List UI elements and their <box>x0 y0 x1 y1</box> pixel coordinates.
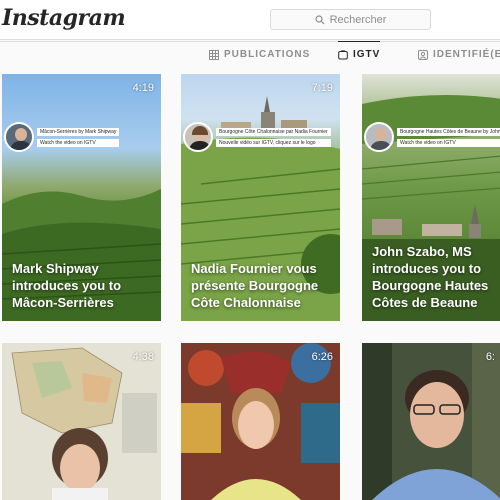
overlay-line: Mâcon-Serrières by Mark Shipway <box>37 127 120 136</box>
instagram-logo[interactable]: Instagram <box>2 5 126 31</box>
video-title: Mark Shipway introduces you to Mâcon-Ser… <box>12 261 122 310</box>
avatar <box>4 122 34 152</box>
video-thumbnail <box>181 343 340 500</box>
igtv-video-tile[interactable]: 7:19 Bourgogne Côte Chalonnaise par Nadi… <box>181 74 340 321</box>
video-duration: 6: <box>485 351 495 363</box>
tab-tagged[interactable]: IDENTIFIÉ(E) <box>418 49 500 60</box>
igtv-video-tile[interactable]: Bourgogne Hautes Côtes de Beaune by John… <box>362 74 500 321</box>
video-overlay-card: Bourgogne Côte Chalonnaise par Nadia Fou… <box>183 122 331 152</box>
igtv-video-tile[interactable]: 6:26 <box>181 343 340 500</box>
tab-publications-label: PUBLICATIONS <box>224 49 311 60</box>
tab-tagged-label: IDENTIFIÉ(E) <box>433 49 500 60</box>
igtv-icon <box>338 49 348 59</box>
avatar <box>183 122 213 152</box>
overlay-line: Watch the video on IGTV <box>37 138 120 147</box>
video-duration: 4:38 <box>132 351 154 363</box>
overlay-line: Bourgogne Hautes Côtes de Beaune by John… <box>397 127 500 136</box>
grid-icon <box>209 49 219 60</box>
igtv-video-tile[interactable]: 4:19 Mâcon-Serrières by Mark Shipway Wat… <box>2 74 161 321</box>
search-input[interactable]: Rechercher <box>270 9 431 30</box>
tab-publications[interactable]: PUBLICATIONS <box>209 49 310 60</box>
avatar <box>364 122 394 152</box>
video-overlay-card: Mâcon-Serrières by Mark Shipway Watch th… <box>4 122 120 152</box>
top-navigation-bar: Instagram Rechercher <box>0 0 500 40</box>
search-placeholder: Rechercher <box>329 13 387 26</box>
video-duration: 4:19 <box>132 82 154 94</box>
video-duration: 7:19 <box>311 82 333 94</box>
igtv-video-tile[interactable]: 4:38 <box>2 343 161 500</box>
overlay-line: Watch the video on IGTV <box>397 138 500 147</box>
video-thumbnail <box>362 343 500 500</box>
tab-igtv[interactable]: IGTV <box>338 41 381 60</box>
tagged-icon <box>418 49 428 60</box>
video-overlay-card: Bourgogne Hautes Côtes de Beaune by John… <box>364 122 500 152</box>
tab-igtv-label: IGTV <box>353 49 381 60</box>
profile-tabs: PUBLICATIONS IGTV IDENTIFIÉ(E) <box>0 41 500 69</box>
igtv-video-tile[interactable]: 6: <box>362 343 500 500</box>
search-icon <box>314 14 324 24</box>
video-title: John Szabo, MS introduces you to Bourgog… <box>372 244 489 310</box>
video-duration: 6:26 <box>311 351 333 363</box>
video-title: Nadia Fournier vous présente Bourgogne C… <box>191 261 319 310</box>
overlay-line: Nouvelle vidéo sur IGTV, cliquez sur le … <box>216 138 331 147</box>
video-thumbnail <box>2 343 161 500</box>
overlay-line: Bourgogne Côte Chalonnaise par Nadia Fou… <box>216 127 331 136</box>
